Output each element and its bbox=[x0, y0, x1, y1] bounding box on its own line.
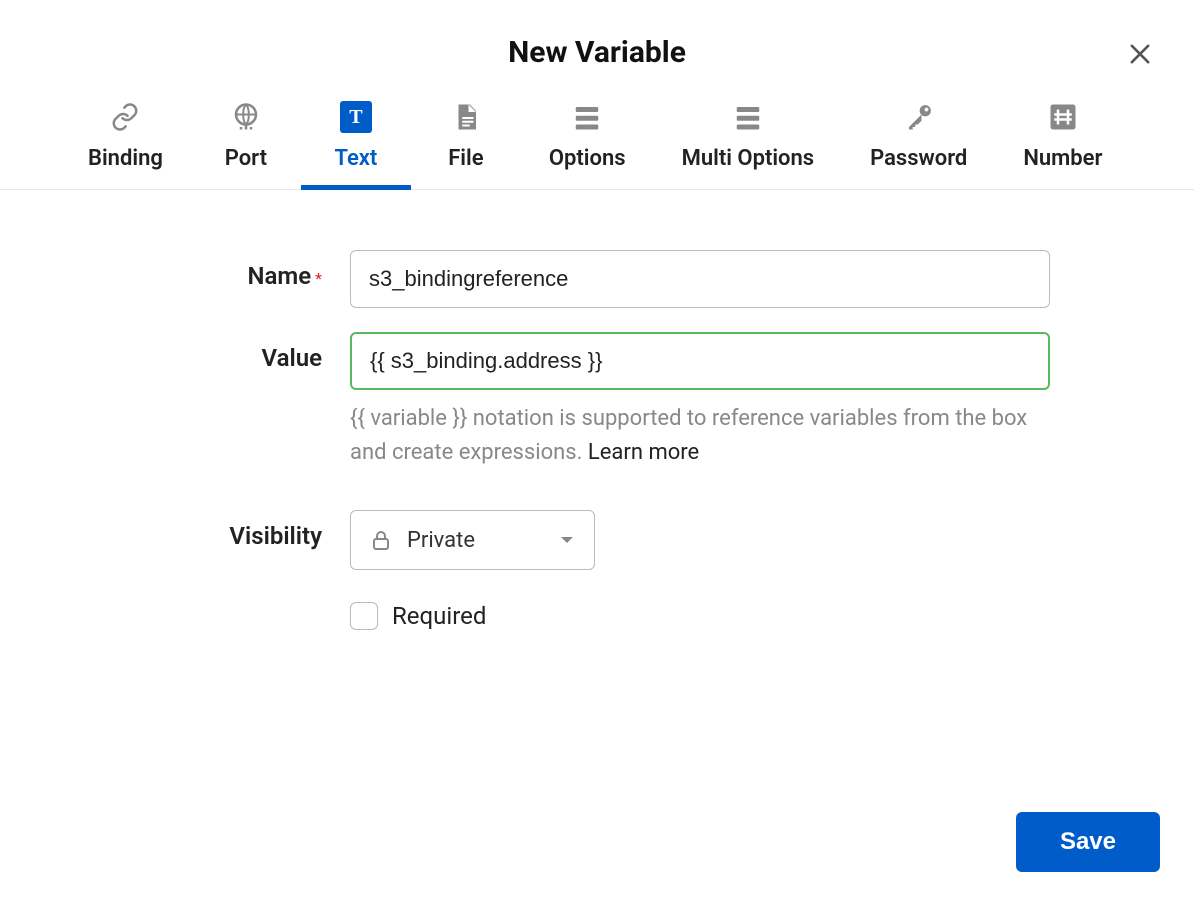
visibility-label: Visibility bbox=[229, 522, 322, 550]
save-button[interactable]: Save bbox=[1016, 812, 1160, 872]
required-asterisk: * bbox=[315, 269, 322, 288]
tab-label: File bbox=[448, 146, 483, 171]
tab-file[interactable]: File bbox=[411, 90, 521, 189]
required-row: Required bbox=[130, 594, 1064, 630]
learn-more-link[interactable]: Learn more bbox=[588, 440, 699, 465]
tab-label: Multi Options bbox=[682, 146, 815, 171]
lock-icon bbox=[369, 528, 393, 552]
tab-port[interactable]: Port bbox=[191, 90, 301, 189]
tab-label: Text bbox=[334, 146, 377, 171]
variable-form: Name* Value {{ variable }} notation is s… bbox=[0, 190, 1194, 630]
hash-icon bbox=[1048, 100, 1078, 134]
link-icon bbox=[110, 100, 140, 134]
tab-multi-options[interactable]: Multi Options bbox=[654, 90, 843, 189]
multi-options-icon bbox=[733, 100, 763, 134]
tab-options[interactable]: Options bbox=[521, 90, 654, 189]
visibility-select[interactable]: Private bbox=[350, 510, 595, 570]
tab-text[interactable]: T Text bbox=[301, 90, 411, 189]
visibility-row: Visibility Private bbox=[130, 510, 1064, 570]
required-label: Required bbox=[392, 602, 486, 630]
tab-binding[interactable]: Binding bbox=[60, 90, 191, 189]
variable-type-tabs: Binding Port T Text File Options bbox=[0, 90, 1194, 190]
modal-footer: Save bbox=[1016, 812, 1160, 872]
name-row: Name* bbox=[130, 250, 1064, 308]
globe-icon bbox=[231, 100, 261, 134]
required-checkbox[interactable] bbox=[350, 602, 378, 630]
tab-number[interactable]: Number bbox=[995, 90, 1130, 189]
modal-header: New Variable bbox=[0, 0, 1194, 90]
chevron-down-icon bbox=[558, 531, 576, 549]
close-button[interactable] bbox=[1126, 40, 1154, 68]
name-label: Name bbox=[247, 262, 311, 290]
file-icon bbox=[451, 100, 481, 134]
value-help-text: {{ variable }} notation is supported to … bbox=[350, 402, 1050, 470]
text-icon: T bbox=[340, 100, 372, 134]
new-variable-modal: New Variable Binding Port T Text bbox=[0, 0, 1194, 902]
visibility-value: Private bbox=[407, 528, 475, 553]
value-row: Value {{ variable }} notation is support… bbox=[130, 332, 1064, 470]
key-icon bbox=[904, 100, 934, 134]
value-input[interactable] bbox=[350, 332, 1050, 390]
tab-label: Options bbox=[549, 146, 626, 171]
value-label: Value bbox=[262, 344, 322, 372]
name-input[interactable] bbox=[350, 250, 1050, 308]
tab-label: Binding bbox=[88, 146, 163, 171]
close-icon bbox=[1126, 40, 1154, 68]
tab-label: Port bbox=[225, 146, 267, 171]
tab-label: Number bbox=[1023, 146, 1102, 171]
modal-title: New Variable bbox=[508, 35, 686, 70]
tab-label: Password bbox=[870, 146, 967, 171]
tab-password[interactable]: Password bbox=[842, 90, 995, 189]
options-icon bbox=[572, 100, 602, 134]
